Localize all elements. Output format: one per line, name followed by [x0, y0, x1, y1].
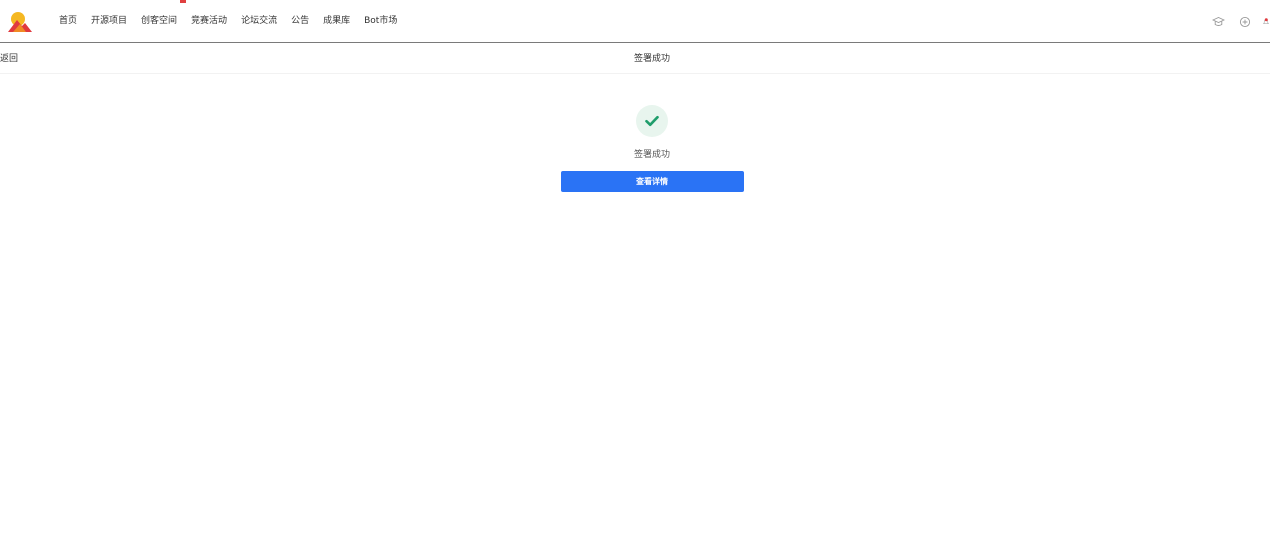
nav-item-competitions[interactable]: 竞赛活动	[184, 0, 234, 43]
view-details-button[interactable]: 查看详情	[560, 171, 744, 192]
success-badge	[636, 105, 668, 137]
success-message: 签署成功	[633, 150, 670, 160]
nav-item-maker-space[interactable]: 创客空间	[134, 0, 184, 43]
page-subheader: 返回 签署成功	[0, 44, 1270, 74]
nav-item-announcements[interactable]: 公告	[284, 0, 316, 43]
graduation-cap-icon[interactable]	[1211, 15, 1225, 29]
top-right-actions	[1198, 0, 1270, 43]
nav-item-home[interactable]: 首页	[52, 0, 84, 43]
top-navigation-bar: 首页 开源项目 创客空间 竞赛活动 论坛交流 公告 成果库 Bot市场	[0, 0, 1270, 43]
plus-circle-icon[interactable]	[1238, 15, 1252, 29]
nav-item-results-library[interactable]: 成果库	[316, 0, 357, 43]
check-icon	[645, 115, 659, 127]
nav-item-open-source[interactable]: 开源项目	[84, 0, 134, 43]
bell-icon[interactable]	[1262, 15, 1270, 29]
page-title: 签署成功	[633, 54, 670, 64]
main-nav: 首页 开源项目 创客空间 竞赛活动 论坛交流 公告 成果库 Bot市场	[52, 0, 404, 43]
nav-item-forum[interactable]: 论坛交流	[234, 0, 284, 43]
sun-logo-icon[interactable]	[7, 11, 33, 33]
nav-item-bot-market[interactable]: Bot市场	[357, 0, 404, 43]
result-panel: 签署成功 查看详情	[0, 105, 1270, 192]
